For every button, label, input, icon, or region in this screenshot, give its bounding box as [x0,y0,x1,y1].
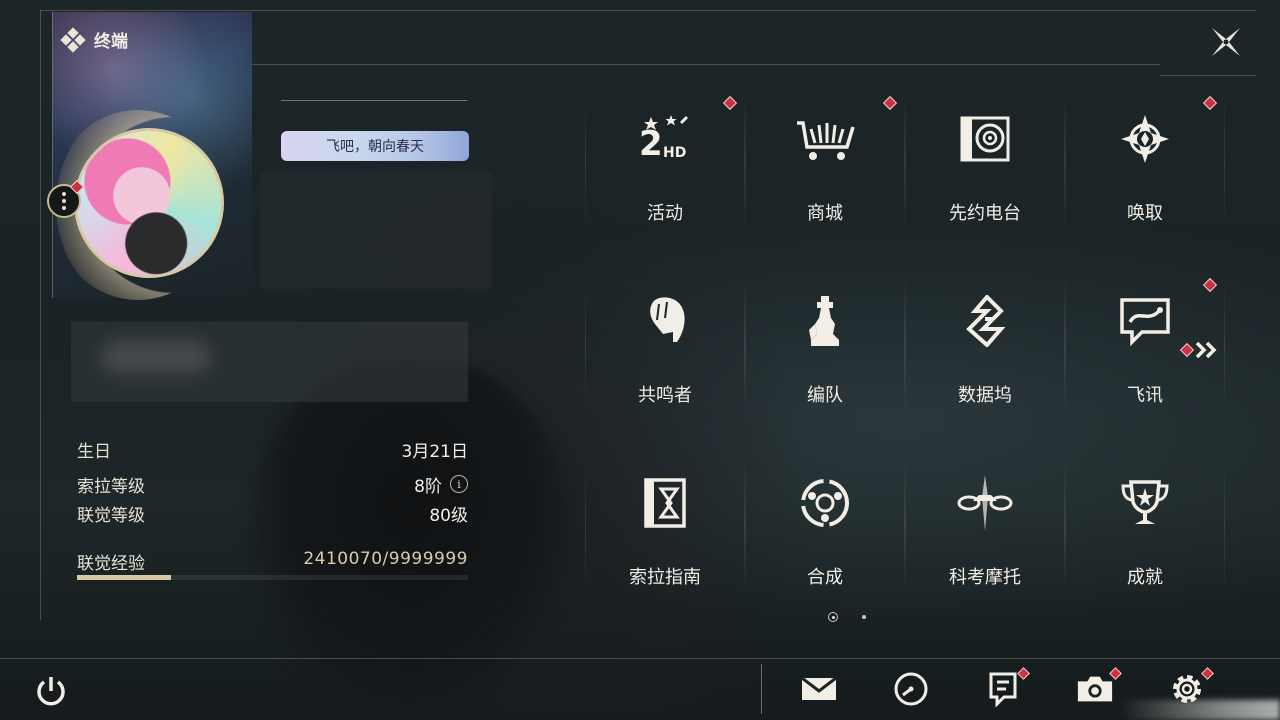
menu-label: 唤取 [1127,203,1163,224]
stat-value: 3月21日 [401,441,468,462]
page-header: 终端 [60,26,128,53]
camera-button[interactable] [1076,667,1122,708]
stat-label: 索拉等级 [77,476,145,497]
menu-label: 先约电台 [949,203,1021,224]
menu-item-synthesis[interactable]: 合成 [745,459,905,641]
frame-corner-line [1160,75,1256,76]
notice-icon [989,672,1017,707]
menu-item-guide[interactable]: 索拉指南 [585,459,745,641]
signature-blurred [71,322,468,402]
menu-grid: 2 HD 活动 商城 先约电台 唤取 共鸣者 编队 数据坞 飞讯 索拉指南 合成… [585,95,1225,641]
power-icon [37,677,65,706]
frame-inner-line [250,64,1160,65]
menu-label: 科考摩托 [949,567,1021,588]
double-chevron-right-icon [1195,341,1217,359]
resonator-head-icon [635,291,695,351]
svg-text:HD: HD [663,145,686,161]
motorbike-icon [955,473,1015,533]
avatar[interactable] [74,128,224,278]
page-dot-active[interactable] [828,612,838,622]
page-title: 终端 [94,32,128,52]
notification-badge [882,95,898,111]
union-exp-row: 联觉经验 2410070/9999999 [77,549,468,574]
menu-label: 成就 [1127,567,1163,588]
frame-top-line [40,10,1256,11]
bottom-bar-line [0,658,1280,659]
stat-union-level: 联觉等级 80级 [77,501,468,526]
menu-item-shop[interactable]: 商城 [745,95,905,277]
event-2hd-icon: 2 HD [635,109,695,169]
stat-value: 80级 [429,505,468,526]
stat-label: 联觉等级 [77,505,145,526]
history-button[interactable] [892,670,930,708]
camera-icon [1077,676,1113,702]
background-character [250,360,570,720]
compass-star-icon [1115,109,1175,169]
menu-item-team[interactable]: 编队 [745,277,905,459]
exp-label: 联觉经验 [77,554,145,574]
exp-value: 2410070/9999999 [303,549,468,569]
shop-cart-icon [795,109,855,169]
menu-label: 共鸣者 [638,385,692,406]
guide-book-icon [635,473,695,533]
menu-item-radio[interactable]: 先约电台 [905,95,1065,277]
menu-label: 商城 [807,203,843,224]
player-name-underline [281,100,467,101]
radio-icon [955,109,1015,169]
menu-label: 合成 [807,567,843,588]
menu-item-motorbike[interactable]: 科考摩托 [905,459,1065,641]
stat-label: 生日 [77,441,111,462]
bottom-divider [761,664,762,714]
exp-progress-fill [77,575,172,580]
synthesis-icon [795,473,855,533]
frame-left-line [40,10,41,620]
chess-team-icon [795,291,855,351]
menu-item-convene[interactable]: 唤取 [1065,95,1225,277]
notification-badge [1202,277,1218,293]
trophy-icon [1115,473,1175,533]
terminal-diamond-icon [60,26,86,53]
notification-badge [1017,667,1030,680]
mail-button[interactable] [800,670,838,708]
menu-label: 索拉指南 [629,567,701,588]
close-button[interactable] [1206,22,1246,62]
info-icon[interactable]: i [450,475,468,493]
svg-text:2: 2 [639,124,663,164]
chat-message-icon [1115,291,1175,351]
notice-button[interactable] [984,667,1030,708]
page-indicator [828,612,866,622]
player-info-blurred [260,173,492,289]
menu-item-achievements[interactable]: 成就 [1065,459,1225,641]
mail-icon [801,676,837,700]
stat-birthday: 生日 3月21日 [77,437,468,462]
notification-badge [722,95,738,111]
menu-label: 编队 [807,385,843,406]
menu-item-data-dock[interactable]: 数据坞 [905,277,1065,459]
menu-item-resonators[interactable]: 共鸣者 [585,277,745,459]
data-dock-icon [955,291,1015,351]
power-button[interactable] [34,674,68,708]
title-badge-text: 飞吧，朝向春天 [326,139,424,155]
notification-badge [1202,95,1218,111]
menu-item-events[interactable]: 2 HD 活动 [585,95,745,277]
exp-progress-bar [77,575,468,580]
menu-label: 活动 [647,203,683,224]
stat-value: 8阶 [414,476,442,497]
notification-badge [1179,342,1195,358]
player-title-badge[interactable]: 飞吧，朝向春天 [281,131,469,161]
menu-label: 飞讯 [1127,385,1163,406]
next-page-button[interactable] [1179,340,1220,360]
page-dot[interactable] [862,615,866,619]
menu-label: 数据坞 [958,385,1012,406]
menu-item-messages[interactable]: 飞讯 [1065,277,1225,459]
close-icon [1212,28,1240,56]
player-stats: 生日 3月21日 索拉等级 8阶 i 联觉等级 80级 [77,437,468,526]
corner-glow [1120,700,1280,720]
clock-icon [894,672,928,706]
stat-sol-level: 索拉等级 8阶 i [77,472,468,497]
